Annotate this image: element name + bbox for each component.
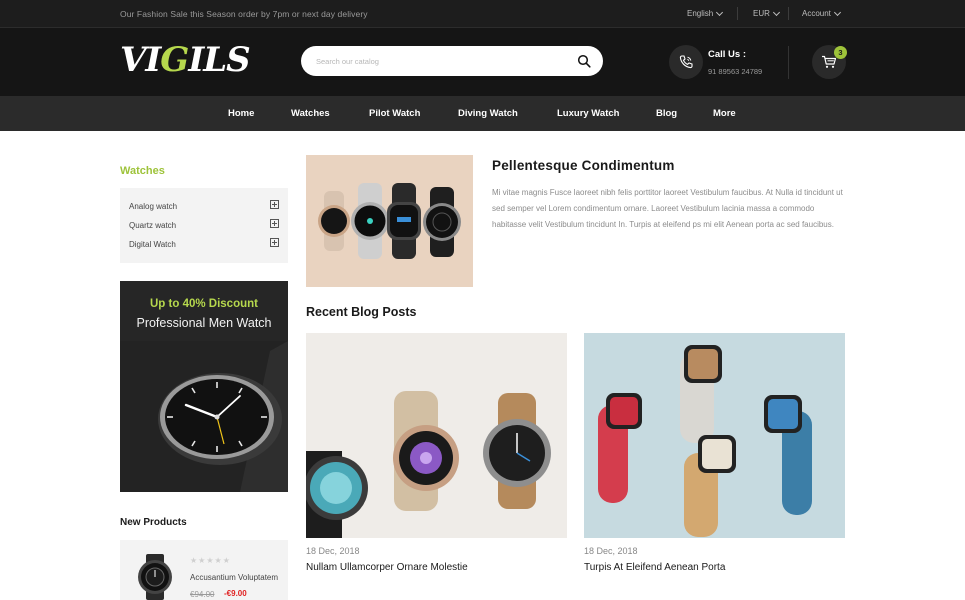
category-label: Quartz watch	[129, 221, 177, 230]
expand-plus-icon[interactable]	[270, 238, 279, 247]
divider	[788, 46, 789, 79]
rating-stars: ★★★★★	[190, 556, 231, 565]
account-selector[interactable]: Account	[802, 8, 841, 18]
call-us-number[interactable]: 91 89563 24789	[708, 67, 762, 76]
logo[interactable]: VIGILS	[120, 40, 251, 80]
new-products-heading: New Products	[120, 517, 187, 528]
nav-item-diving-watch[interactable]: Diving Watch	[458, 108, 518, 119]
blog-post-date: 18 Dec, 2018	[306, 546, 360, 556]
product-discount-price: -€9.00	[224, 589, 247, 598]
chevron-down-icon	[772, 8, 780, 16]
banner-discount-text: Up to 40% Discount	[150, 298, 258, 310]
nav-item-blog[interactable]: Blog	[656, 108, 677, 119]
category-item-analog-watch[interactable]: Analog watch	[129, 200, 279, 214]
blog-post-title[interactable]: Turpis At Eleifend Aenean Porta	[584, 562, 725, 573]
featured-title[interactable]: Pellentesque Condimentum	[492, 158, 675, 173]
watch-image	[120, 341, 288, 492]
nav-item-home[interactable]: Home	[228, 108, 254, 119]
nav-item-watches[interactable]: Watches	[291, 108, 330, 119]
featured-image[interactable]	[306, 155, 473, 287]
sidebar-heading: Watches	[120, 165, 165, 177]
language-selector[interactable]: English	[687, 8, 724, 18]
category-label: Digital Watch	[129, 240, 176, 249]
product-old-price: €94.00	[190, 590, 215, 599]
expand-plus-icon[interactable]	[270, 200, 279, 209]
featured-description: Mi vitae magnis Fusce laoreet nibh felis…	[492, 188, 843, 229]
divider	[737, 7, 738, 20]
logo-text: ILS	[188, 40, 250, 80]
call-us-label: Call Us :	[708, 49, 747, 60]
currency-label: EUR	[753, 9, 770, 18]
search-placeholder: Search our catalog	[316, 57, 379, 66]
promo-text: Our Fashion Sale this Season order by 7p…	[120, 9, 368, 19]
blog-post-image[interactable]	[306, 333, 567, 538]
chevron-down-icon	[833, 8, 841, 16]
expand-plus-icon[interactable]	[270, 219, 279, 228]
blog-heading: Recent Blog Posts	[306, 305, 417, 319]
cart-icon	[822, 55, 837, 68]
top-bar: Our Fashion Sale this Season order by 7p…	[0, 0, 965, 28]
category-item-digital-watch[interactable]: Digital Watch	[129, 238, 279, 252]
product-image	[138, 554, 172, 600]
phone-icon	[669, 45, 703, 79]
blog-post-image[interactable]	[584, 333, 845, 538]
blog-post-title[interactable]: Nullam Ullamcorper Ornare Molestie	[306, 562, 468, 573]
product-name[interactable]: Accusantium Voluptatem	[190, 573, 282, 582]
blog-post-date: 18 Dec, 2018	[584, 546, 638, 556]
nav-item-luxury-watch[interactable]: Luxury Watch	[557, 108, 619, 119]
banner-title: Professional Men Watch	[136, 316, 272, 330]
product-card[interactable]: ★★★★★ Accusantium Voluptatem €94.00 -€9.…	[120, 540, 288, 600]
chevron-down-icon	[716, 8, 724, 16]
search-icon[interactable]	[577, 54, 591, 68]
smartwatches-image	[306, 333, 567, 538]
header: VIGILS Search our catalog Call Us : 91 8…	[0, 28, 965, 96]
category-item-quartz-watch[interactable]: Quartz watch	[129, 219, 279, 233]
search-input[interactable]: Search our catalog	[301, 46, 603, 76]
nav-item-pilot-watch[interactable]: Pilot Watch	[369, 108, 420, 119]
divider	[788, 7, 789, 20]
main-nav: Home Watches Pilot Watch Diving Watch Lu…	[0, 96, 965, 131]
account-label: Account	[802, 9, 831, 18]
digital-watches-image	[584, 333, 845, 538]
logo-accent: G	[160, 40, 189, 80]
watches-image	[306, 155, 473, 287]
cart-count-badge: 3	[834, 46, 847, 59]
logo-text: VI	[120, 40, 161, 80]
currency-selector[interactable]: EUR	[753, 8, 780, 18]
category-label: Analog watch	[129, 202, 178, 211]
nav-item-more[interactable]: More	[713, 108, 736, 119]
promo-banner[interactable]: Up to 40% Discount Professional Men Watc…	[120, 281, 288, 492]
language-label: English	[687, 9, 714, 18]
category-list: Analog watch Quartz watch Digital Watch	[120, 188, 288, 263]
